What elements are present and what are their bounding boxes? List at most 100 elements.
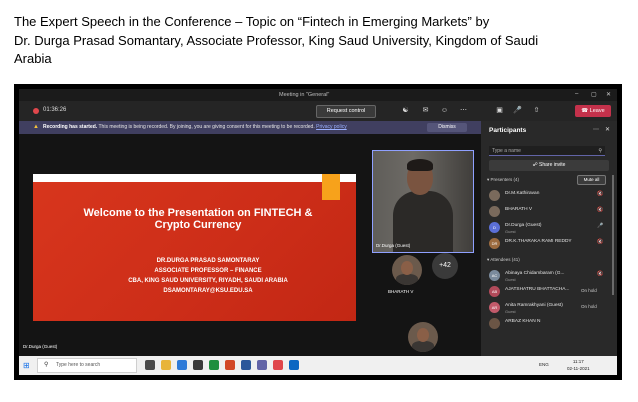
warning-icon: ▲	[33, 124, 39, 130]
dismiss-button[interactable]: Dismiss	[427, 123, 467, 132]
slide-presenter-name: DR.DURGA PRASAD SAMONTARAY	[156, 258, 260, 264]
slide-presenter-role: ASSOCIATE PROFESSOR – FINANCE	[154, 268, 262, 274]
meeting-toolbar: 01:36:26 Request control ☯ ✉ ☺ ⋯ ▣ 🎤 ⇧ ☎…	[19, 101, 617, 121]
excel-icon[interactable]	[209, 360, 219, 370]
word-icon[interactable]	[241, 360, 251, 370]
mail-icon[interactable]	[289, 360, 299, 370]
media-icon[interactable]	[273, 360, 283, 370]
presentation-slide: Welcome to the Presentation on FINTECH &…	[33, 174, 356, 321]
attendees-header[interactable]: ▾ Attendees (41)	[487, 257, 520, 263]
mute-all-button[interactable]: Mute all	[577, 175, 606, 185]
participant-row[interactable]: Dr.M.Kathiravan 🔇	[489, 189, 607, 203]
presenters-header[interactable]: ▾ Presenters (4)	[487, 177, 519, 183]
slide-details: DR.DURGA PRASAD SAMONTARAY ASSOCIATE PRO…	[53, 256, 363, 296]
mic-off-icon: 🔇	[597, 271, 604, 277]
participant-tile-label: BHARATH V	[388, 289, 414, 294]
caption: The Expert Speech in the Conference – To…	[14, 13, 624, 69]
slide-presenter-org: CBA, KING SAUD UNIVERSITY, RIYADH, SAUDI…	[128, 278, 288, 284]
panel-scrollbar[interactable]	[612, 175, 614, 295]
search-icon: ⚲	[598, 148, 602, 154]
more-participants-button[interactable]: +42	[432, 253, 458, 279]
language-indicator[interactable]: ENG	[539, 361, 549, 368]
speaker-video[interactable]: Dr.Durga (Guest)	[372, 150, 474, 253]
participant-row[interactable]: BHARATH V 🔇	[489, 205, 607, 219]
panel-more-icon[interactable]: ⋯	[593, 126, 599, 133]
leave-label: Leave	[589, 108, 605, 114]
participants-panel: Participants ⋯ ✕ Type a name ⚲ ☍ Share i…	[481, 121, 617, 356]
maximize-button[interactable]: ▢	[591, 91, 597, 98]
clock-date: 02-11-2021	[567, 366, 590, 371]
privacy-policy-link[interactable]: Privacy policy	[316, 124, 347, 130]
minimize-button[interactable]: –	[575, 91, 578, 97]
system-clock[interactable]: 11:17 02-11-2021	[567, 358, 590, 372]
edge-icon[interactable]	[177, 360, 187, 370]
tile-face	[417, 328, 429, 342]
slide-orange-accent	[322, 174, 340, 200]
mic-off-icon: 🔇	[597, 207, 604, 213]
close-window-button[interactable]: ✕	[606, 91, 611, 98]
panel-close-icon[interactable]: ✕	[605, 126, 610, 133]
camera-icon[interactable]: ▣	[495, 106, 504, 115]
reactions-icon[interactable]: ☺	[440, 106, 449, 115]
slide-heading: Welcome to the Presentation on FINTECH &…	[53, 207, 343, 231]
taskbar-search-placeholder: Type here to search	[56, 362, 101, 368]
speaker-label: Dr.Durga (Guest)	[376, 243, 411, 248]
avatar	[489, 206, 500, 217]
slide-top-band	[33, 174, 356, 182]
windows-start-icon[interactable]: ⊞	[23, 361, 32, 370]
participant-search-input[interactable]: Type a name ⚲	[489, 146, 605, 156]
share-invite-button[interactable]: ☍ Share invite	[489, 160, 609, 171]
participant-name: BHARATH V	[505, 207, 533, 212]
participant-row[interactable]: AC Abinaya Chidambaram (G... Guest 🔇	[489, 269, 607, 283]
slide-presenter-email: DSAMONTARAY@KSU.EDU.SA	[163, 288, 253, 294]
teams-icon[interactable]	[257, 360, 267, 370]
powerpoint-icon[interactable]	[225, 360, 235, 370]
participant-name: Dr.M.Kathiravan	[505, 191, 540, 196]
slide-heading-line-1: Welcome to the Presentation on FINTECH &	[83, 207, 313, 219]
avatar: AB	[489, 286, 500, 297]
store-icon[interactable]	[193, 360, 203, 370]
recording-banner: ▲ Recording has started. This meeting is…	[19, 121, 481, 134]
banner-text: This meeting is being recorded. By joini…	[98, 124, 315, 130]
search-icon: ⚲	[44, 362, 49, 368]
meeting-stage: Welcome to the Presentation on FINTECH &…	[19, 134, 481, 356]
avatar: AC	[489, 270, 500, 281]
caption-line-3: Arabia	[14, 51, 52, 66]
tile-body	[412, 341, 434, 352]
share-icon[interactable]: ⇧	[532, 106, 541, 115]
caption-line-2: Dr. Durga Prasad Somantary, Associate Pr…	[14, 32, 539, 48]
participant-row[interactable]: ARBAZ KHAN N	[489, 317, 607, 331]
avatar: DR	[489, 238, 500, 249]
share-invite-label: Share invite	[539, 162, 566, 168]
avatar: D	[489, 222, 500, 233]
leave-button[interactable]: ☎ Leave	[575, 105, 611, 117]
speaker-hair	[407, 159, 433, 171]
meeting-timer: 01:36:26	[43, 107, 67, 113]
participant-tile-other[interactable]	[408, 322, 438, 352]
guest-tag: Guest	[505, 309, 516, 314]
recording-icon	[33, 108, 39, 114]
mic-on-icon: 🎤	[597, 223, 604, 229]
search-placeholder: Type a name	[492, 148, 521, 154]
file-explorer-icon[interactable]	[161, 360, 171, 370]
guest-tag: Guest	[505, 277, 516, 282]
request-control-button[interactable]: Request control	[316, 105, 376, 118]
mic-icon[interactable]: 🎤	[513, 106, 522, 115]
participant-name: ARBAZ KHAN N	[505, 319, 541, 324]
title-bar: Meeting in "General" – ▢ ✕	[19, 89, 617, 101]
participant-row[interactable]: AR Anita Ramrakhyani (Guest) Guest On ho…	[489, 301, 607, 315]
people-icon[interactable]: ☯	[401, 106, 410, 115]
participant-name: DR.K.THARAKA RAMI REDDY	[505, 239, 572, 244]
participant-row[interactable]: AB AJATSHATRU BHATTACHA... On hold	[489, 285, 607, 299]
more-icon[interactable]: ⋯	[459, 106, 468, 115]
participant-row[interactable]: DR DR.K.THARAKA RAMI REDDY 🔇	[489, 237, 607, 251]
participant-tile-bharath[interactable]	[392, 255, 422, 285]
task-view-icon[interactable]	[145, 360, 155, 370]
participant-name: Abinaya Chidambaram (G...	[505, 271, 565, 276]
guest-tag: Guest	[505, 229, 516, 234]
caption-line-1: The Expert Speech in the Conference – To…	[14, 14, 490, 29]
tile-face	[401, 261, 413, 275]
participant-row[interactable]: D Dr.Durga (Guest) Guest 🎤	[489, 221, 607, 235]
taskbar-search-input[interactable]: ⚲ Type here to search	[37, 358, 137, 373]
chat-icon[interactable]: ✉	[421, 106, 430, 115]
